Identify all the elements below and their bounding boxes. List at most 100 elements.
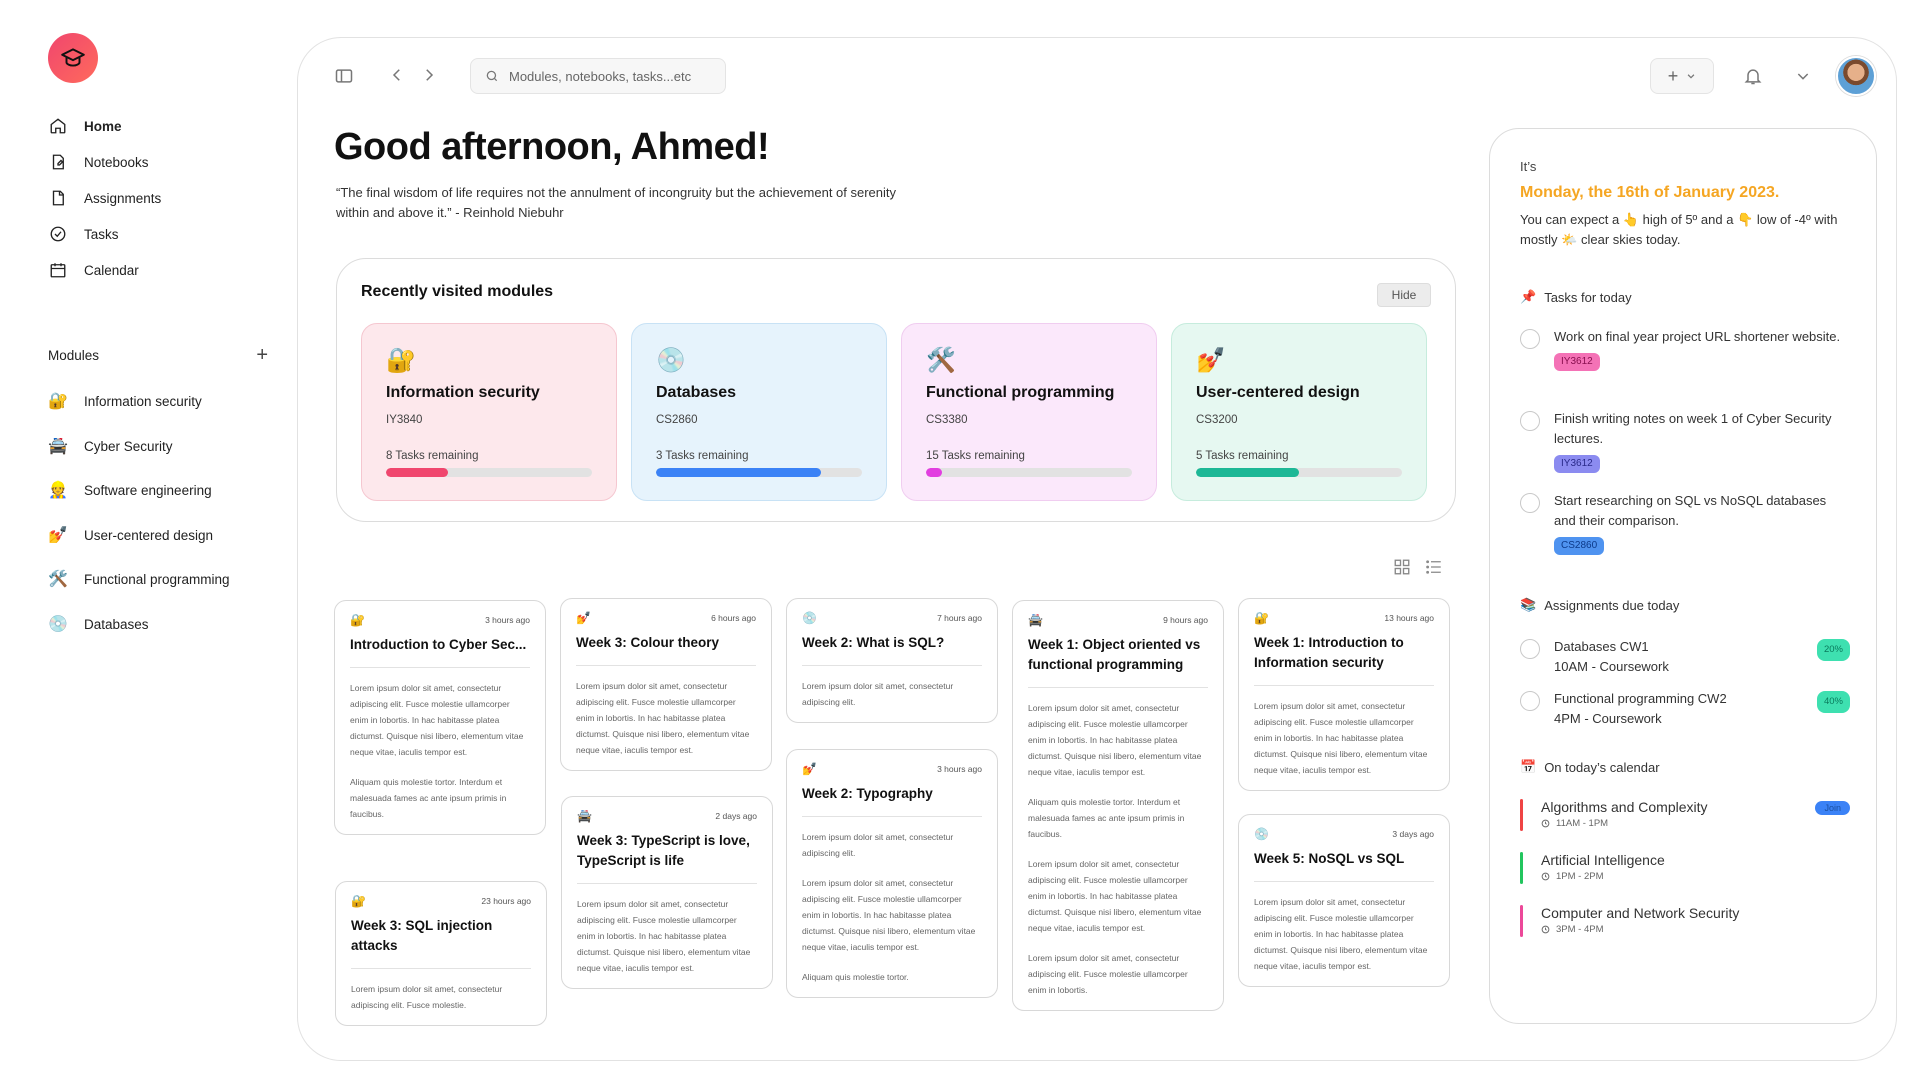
sidebar-item-label: Tasks (84, 226, 119, 242)
list-view-icon[interactable] (1424, 558, 1444, 581)
task-item: Work on final year project URL shortener… (1520, 327, 1850, 371)
assignment-checkbox[interactable] (1520, 691, 1540, 711)
assignment-checkbox[interactable] (1520, 639, 1540, 659)
home-icon (48, 116, 68, 136)
today-panel: It’s Monday, the 16th of January 2023. Y… (1489, 128, 1877, 1024)
sidebar-item-calendar[interactable]: Calendar (48, 255, 139, 285)
note-header: 💅 3 hours ago (802, 762, 982, 776)
books-icon: 📚 (1520, 597, 1537, 612)
progress-badge: 20% (1816, 639, 1850, 661)
progress-bar (656, 468, 862, 477)
sidebar-module-information-security[interactable]: 🔐 Information security (48, 386, 202, 416)
assignment-item[interactable]: Databases CW1 10AM - Coursework 20% (1520, 637, 1850, 677)
calendar-event[interactable]: Artificial Intelligence 1PM - 2PM (1520, 852, 1850, 884)
event-color-bar (1520, 799, 1523, 831)
add-module-plus-icon[interactable]: + (256, 344, 268, 367)
tasks-remaining: 5 Tasks remaining (1196, 450, 1289, 462)
task-checkbox[interactable] (1520, 411, 1540, 431)
search-input[interactable]: Modules, notebooks, tasks...etc (470, 58, 726, 94)
note-body: Lorem ipsum dolor sit amet, consectetur … (577, 896, 757, 976)
back-arrow-icon[interactable] (388, 66, 406, 84)
avatar[interactable] (1836, 56, 1876, 96)
module-emoji-icon: 🛠️ (926, 347, 956, 374)
note-paragraph: Lorem ipsum dolor sit amet, consectetur … (1028, 859, 1202, 933)
notebook-card[interactable]: 🚔 9 hours ago Week 1: Object oriented vs f… (1012, 600, 1224, 1011)
sidebar-toggle-icon[interactable] (334, 66, 354, 86)
section-title: Tasks for today (1544, 289, 1632, 305)
assignment-subtitle: 10AM - Coursework (1554, 659, 1669, 674)
tasks-remaining: 15 Tasks remaining (926, 450, 1025, 462)
join-button[interactable]: Join (1815, 801, 1850, 815)
app-logo[interactable] (48, 33, 98, 83)
note-header: 🚔 9 hours ago (1028, 613, 1208, 627)
notebook-card[interactable]: 💅 6 hours ago Week 3: Colour theory Lorem i… (560, 598, 772, 771)
account-menu-chevron-icon[interactable] (1795, 68, 1811, 84)
chevron-down-icon (1687, 74, 1695, 79)
module-card[interactable]: 💅 User-centered design CS3200 5 Tasks remai… (1171, 323, 1427, 501)
module-emoji-icon: 🔐 (386, 347, 416, 374)
notebook-card[interactable]: 💿 3 days ago Week 5: NoSQL vs SQL Lorem ips… (1238, 814, 1450, 987)
main-panel: Modules, notebooks, tasks...etc + Good a… (297, 37, 1897, 1061)
task-checkbox[interactable] (1520, 493, 1540, 513)
event-title: Computer and Network Security (1541, 905, 1740, 921)
forward-arrow-icon[interactable] (420, 66, 438, 84)
hide-button[interactable]: Hide (1377, 283, 1431, 307)
calendar-event[interactable]: Computer and Network Security 3PM - 4PM (1520, 905, 1850, 937)
sidebar-module-cyber-security[interactable]: 🚔 Cyber Security (48, 431, 173, 461)
check-circle-icon (48, 224, 68, 244)
notebook-card[interactable]: 💿 7 hours ago Week 2: What is SQL? Lorem ip… (786, 598, 998, 723)
assignment-item[interactable]: Functional programming CW2 4PM - Coursewo… (1520, 689, 1850, 729)
modules-heading: Modules (48, 348, 100, 363)
notebook-card[interactable]: 🔐 23 hours ago Week 3: SQL injection attac… (335, 881, 547, 1026)
sidebar-module-user-centered-design[interactable]: 💅 User-centered design (48, 520, 213, 550)
module-card[interactable]: 💿 Databases CS2860 3 Tasks remaining (631, 323, 887, 501)
sidebar-item-home[interactable]: Home (48, 111, 122, 141)
module-card[interactable]: 🔐 Information security IY3840 8 Tasks remai… (361, 323, 617, 501)
clock-icon (1541, 925, 1550, 934)
note-paragraph: Lorem ipsum dolor sit amet, consectetur … (802, 832, 954, 858)
pushpin-icon: 📌 (1520, 289, 1537, 304)
progress-bar (926, 468, 1132, 477)
module-name: User-centered design (1196, 384, 1360, 401)
sidebar-item-notebooks[interactable]: Notebooks (48, 147, 149, 177)
note-timestamp: 7 hours ago (937, 613, 982, 623)
create-new-button[interactable]: + (1650, 58, 1714, 94)
sidebar-item-tasks[interactable]: Tasks (48, 219, 119, 249)
bell-icon[interactable] (1743, 66, 1763, 86)
note-title: Week 1: Introduction to Information secu… (1254, 633, 1434, 686)
page-title: Good afternoon, Ahmed! (334, 126, 770, 168)
module-emoji-icon: 🔐 (350, 613, 365, 627)
note-header: 🔐 23 hours ago (351, 894, 531, 908)
assignment-subtitle: 4PM - Coursework (1554, 711, 1662, 726)
notebook-card[interactable]: 💅 3 hours ago Week 2: Typography Lorem ipsu… (786, 749, 998, 998)
module-card[interactable]: 🛠️ Functional programming CS3380 15 Tasks r… (901, 323, 1157, 501)
event-time: 11AM - 1PM (1541, 818, 1708, 829)
note-timestamp: 13 hours ago (1384, 613, 1434, 623)
grid-view-icon[interactable] (1393, 558, 1411, 581)
notebook-card[interactable]: 🔐 13 hours ago Week 1: Introduction to Inf… (1238, 598, 1450, 791)
note-title: Week 3: TypeScript is love, TypeScript i… (577, 831, 757, 884)
sidebar-module-functional-programming[interactable]: 🛠️ Functional programming (48, 564, 230, 594)
sidebar-item-label: Notebooks (84, 154, 149, 170)
module-name: Functional programming (926, 384, 1115, 401)
sidebar-module-software-engineering[interactable]: 👷 Software engineering (48, 475, 212, 505)
note-body: Lorem ipsum dolor sit amet, consectetur … (802, 678, 982, 710)
notebook-card[interactable]: 🔐 3 hours ago Introduction to Cyber Sec...… (334, 600, 546, 835)
sidebar-item-label: Software engineering (84, 482, 212, 498)
notebook-card[interactable]: 🚔 2 days ago Week 3: TypeScript is love, T… (561, 796, 773, 989)
calendar-event[interactable]: Algorithms and Complexity 11AM - 1PM Join (1520, 799, 1850, 831)
note-header: 💿 3 days ago (1254, 827, 1434, 841)
note-paragraph: Lorem ipsum dolor sit amet, consectetur … (1028, 703, 1202, 777)
task-item: Finish writing notes on week 1 of Cyber … (1520, 409, 1850, 473)
task-checkbox[interactable] (1520, 329, 1540, 349)
task-item: Start researching on SQL vs NoSQL databa… (1520, 491, 1850, 555)
lock-icon: 🔐 (48, 393, 68, 410)
note-title: Week 2: Typography (802, 784, 982, 817)
note-paragraph: Lorem ipsum dolor sit amet, consectetur … (351, 984, 503, 1010)
sidebar-item-assignments[interactable]: Assignments (48, 183, 161, 213)
plus-icon: + (1667, 65, 1679, 86)
sidebar-module-databases[interactable]: 💿 Databases (48, 609, 149, 639)
event-time-label: 1PM - 2PM (1556, 871, 1604, 882)
note-paragraph: Lorem ipsum dolor sit amet, consectetur … (1254, 897, 1428, 971)
assignment-icon (48, 188, 68, 208)
